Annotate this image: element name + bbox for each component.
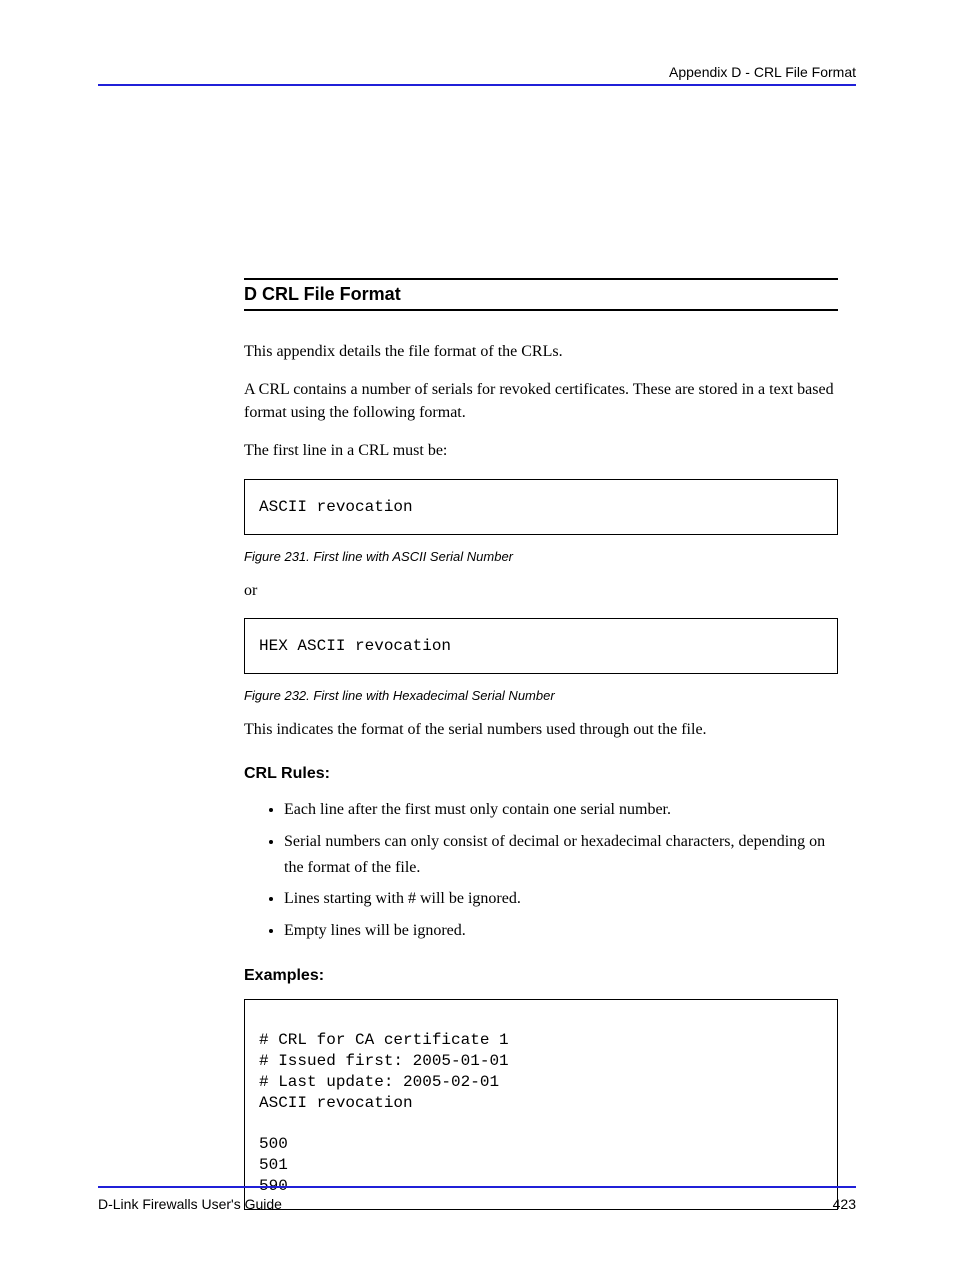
- or-text: or: [244, 580, 838, 602]
- after-boxes-paragraph: This indicates the format of the serial …: [244, 719, 838, 741]
- section-heading-bar: D CRL File Format: [244, 278, 838, 311]
- examples-heading: Examples:: [244, 967, 838, 985]
- list-item: Empty lines will be ignored.: [284, 918, 838, 944]
- figure-caption-231: Figure 231. First line with ASCII Serial…: [244, 549, 838, 564]
- figure-caption-232: Figure 232. First line with Hexadecimal …: [244, 688, 838, 703]
- page-footer: D-Link Firewalls User's Guide 423: [98, 1186, 856, 1212]
- intro-paragraph-3: The first line in a CRL must be:: [244, 440, 838, 462]
- intro-paragraph-1: This appendix details the file format of…: [244, 341, 838, 363]
- list-item: Serial numbers can only consist of decim…: [284, 829, 838, 880]
- code-box-example: # CRL for CA certificate 1 # Issued firs…: [244, 999, 838, 1209]
- list-item: Each line after the first must only cont…: [284, 797, 838, 823]
- footer-doc-title: D-Link Firewalls User's Guide: [98, 1196, 282, 1212]
- section-title: D CRL File Format: [244, 284, 401, 304]
- header-breadcrumb: Appendix D - CRL File Format: [98, 64, 856, 80]
- header-rule: [98, 84, 856, 86]
- code-box-ascii: ASCII revocation: [244, 479, 838, 535]
- footer-page-number: 423: [833, 1196, 856, 1212]
- crl-rules-heading: CRL Rules:: [244, 765, 838, 783]
- list-item: Lines starting with # will be ignored.: [284, 886, 838, 912]
- intro-paragraph-2: A CRL contains a number of serials for r…: [244, 379, 838, 424]
- footer-rule: [98, 1186, 856, 1188]
- crl-rules-list: Each line after the first must only cont…: [284, 797, 838, 943]
- code-box-hex: HEX ASCII revocation: [244, 618, 838, 674]
